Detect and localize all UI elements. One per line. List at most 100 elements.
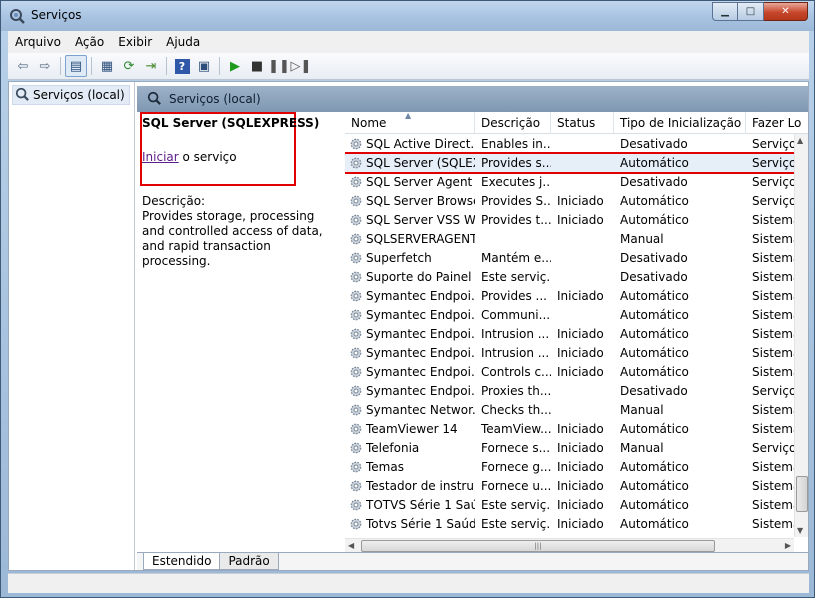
minimize-icon: ▁ (721, 6, 729, 17)
row-description: Proxies th... (481, 383, 551, 398)
sort-ascending-icon: ▲ (405, 112, 412, 120)
table-row[interactable]: TeamViewer 14 TeamView... Iniciado Automáti… (345, 419, 796, 438)
horizontal-scroll-thumb[interactable]: ||| (361, 540, 715, 552)
scroll-left-icon[interactable]: ◀ (348, 541, 354, 550)
table-row[interactable]: Telefonia Fornece s... Iniciado Manual Servi… (345, 438, 796, 457)
table-row[interactable]: TOTVS Série 1 Saú... Este serviç... Inicia… (345, 495, 796, 514)
forward-arrow-icon: ⇨ (39, 58, 51, 74)
table-row[interactable]: Totvs Série 1 Saúd... Este serviç... Inici… (345, 514, 796, 533)
row-name: Testador de instru... (366, 478, 475, 493)
table-row[interactable]: SQL Server Browser Provides S... Iniciado A… (345, 191, 796, 210)
maximize-button[interactable]: □ (738, 2, 764, 21)
table-row[interactable]: Symantec Endpoi... Intrusion ... Iniciado A… (345, 324, 796, 343)
tree-item-services-local[interactable]: Serviços (local) (12, 85, 130, 105)
table-row[interactable]: Suporte do Painel ... Este serviç... Desat… (345, 267, 796, 286)
console-tree-button[interactable]: ▤ (65, 55, 87, 77)
list-rows: SQL Active Direct... Enables in... Desativ… (345, 134, 796, 533)
view-button[interactable]: ▣ (193, 55, 215, 77)
start-service-suffix: o serviço (178, 150, 237, 164)
status-bar (8, 573, 809, 593)
service-gear-icon (350, 499, 362, 510)
menu-exibir[interactable]: Exibir (111, 31, 159, 53)
forward-button[interactable]: ⇨ (34, 55, 56, 77)
pause-service-button[interactable]: ❚❚ (268, 55, 290, 77)
column-header-status[interactable]: Status (551, 112, 614, 134)
tab-estendido[interactable]: Estendido (143, 553, 221, 570)
export-list-icon: ⇥ (145, 58, 157, 74)
table-row[interactable]: SQL Active Direct... Enables in... Desativ… (345, 134, 796, 153)
service-gear-icon (350, 290, 362, 301)
table-row[interactable]: Superfetch Mantém e... Desativado Sistema (345, 248, 796, 267)
table-row[interactable]: Symantec Endpoi... Provides ... Iniciado Au… (345, 286, 796, 305)
column-header-startup-type[interactable]: Tipo de Inicialização (614, 112, 746, 134)
row-logon: Sistema (752, 250, 796, 265)
back-button[interactable]: ⇦ (12, 55, 34, 77)
row-name-cell: Totvs Série 1 Saúd... (345, 517, 475, 531)
row-startup-type: Manual (620, 231, 664, 246)
row-status: Iniciado (557, 193, 604, 208)
start-service-link[interactable]: Iniciar (142, 150, 179, 164)
menu-acao[interactable]: Ação (68, 31, 111, 53)
scroll-right-icon[interactable]: ▶ (785, 541, 791, 550)
column-header-name[interactable]: ▲ Nome (345, 112, 475, 134)
row-description: Este serviç... (481, 516, 551, 531)
maximize-icon: □ (745, 6, 756, 17)
close-button[interactable]: ✕ (764, 2, 808, 21)
export-list-button[interactable]: ⇥ (140, 55, 162, 77)
menu-ajuda[interactable]: Ajuda (159, 31, 207, 53)
row-logon: Sistema (752, 497, 796, 512)
row-logon: Serviço (752, 193, 796, 208)
table-row[interactable]: Temas Fornece g... Iniciado Automático Siste… (345, 457, 796, 476)
refresh-icon: ⟳ (123, 58, 135, 74)
row-startup-type: Automático (620, 478, 689, 493)
column-header-description[interactable]: Descrição (475, 112, 551, 134)
row-name-cell: Symantec Endpoi... (345, 365, 475, 379)
service-gear-icon (350, 366, 362, 377)
vertical-scrollbar[interactable]: ▲ ▼ (794, 134, 808, 537)
refresh-button[interactable]: ⟳ (118, 55, 140, 77)
table-row[interactable]: Symantec Endpoi... Proxies th... Desativad… (345, 381, 796, 400)
pane-header-title: Serviços (local) (169, 92, 261, 106)
scroll-down-icon[interactable]: ▼ (797, 526, 803, 535)
service-gear-icon (350, 309, 362, 320)
column-header-logon[interactable]: Fazer Lo (746, 112, 808, 134)
table-row[interactable]: Symantec Networ... Checks th... Manual Sist… (345, 400, 796, 419)
row-logon: Serviço (752, 174, 796, 189)
table-row[interactable]: SQLSERVERAGENT Manual Sistema (345, 229, 796, 248)
service-gear-icon (350, 385, 362, 396)
vertical-scroll-thumb[interactable] (796, 476, 808, 512)
row-status: Iniciado (557, 516, 604, 531)
table-row[interactable]: Symantec Endpoi... Controls c... Iniciado A… (345, 362, 796, 381)
row-logon: Sistema (752, 516, 796, 531)
help-button[interactable]: ? (171, 55, 193, 77)
stop-service-button[interactable]: ■ (246, 55, 268, 77)
service-gear-icon (350, 423, 362, 434)
table-row[interactable]: Symantec Endpoi... Intrusion ... Iniciado A… (345, 343, 796, 362)
scroll-up-icon[interactable]: ▲ (797, 136, 803, 145)
row-name-cell: Symantec Endpoi... (345, 308, 475, 322)
row-logon: Serviço (752, 136, 796, 151)
service-gear-icon (350, 138, 362, 149)
row-logon: Sistema (752, 307, 796, 322)
row-logon: Sistema (752, 212, 796, 227)
row-startup-type: Manual (620, 440, 664, 455)
table-row[interactable]: SQL Server Agent ... Executes j... Desativ… (345, 172, 796, 191)
table-row[interactable]: Testador de instru... Fornece u... Iniciad… (345, 476, 796, 495)
properties-button[interactable]: ▦ (96, 55, 118, 77)
tab-padrao[interactable]: Padrão (219, 553, 279, 570)
menu-arquivo[interactable]: Arquivo (8, 31, 68, 53)
horizontal-scrollbar[interactable]: ◀ ||| ▶ (345, 538, 794, 552)
row-name-cell: Suporte do Painel ... (345, 270, 475, 284)
service-gear-icon (350, 347, 362, 358)
table-row[interactable]: SQL Server VSS Wr... Provides t... Iniciad… (345, 210, 796, 229)
start-service-button[interactable]: ▶ (224, 55, 246, 77)
table-row[interactable]: Symantec Endpoi... Communi... Automático Si… (345, 305, 796, 324)
row-name: SQL Server Browser (366, 193, 475, 208)
row-logon: Serviço (752, 383, 796, 398)
restart-service-button[interactable]: ▷❚ (290, 55, 312, 77)
window-title: Serviços (31, 8, 82, 22)
title-bar[interactable]: Serviços ▁ □ ✕ (1, 1, 814, 31)
minimize-button[interactable]: ▁ (712, 2, 738, 21)
row-startup-type: Automático (620, 193, 689, 208)
row-logon: Sistema (752, 288, 796, 303)
